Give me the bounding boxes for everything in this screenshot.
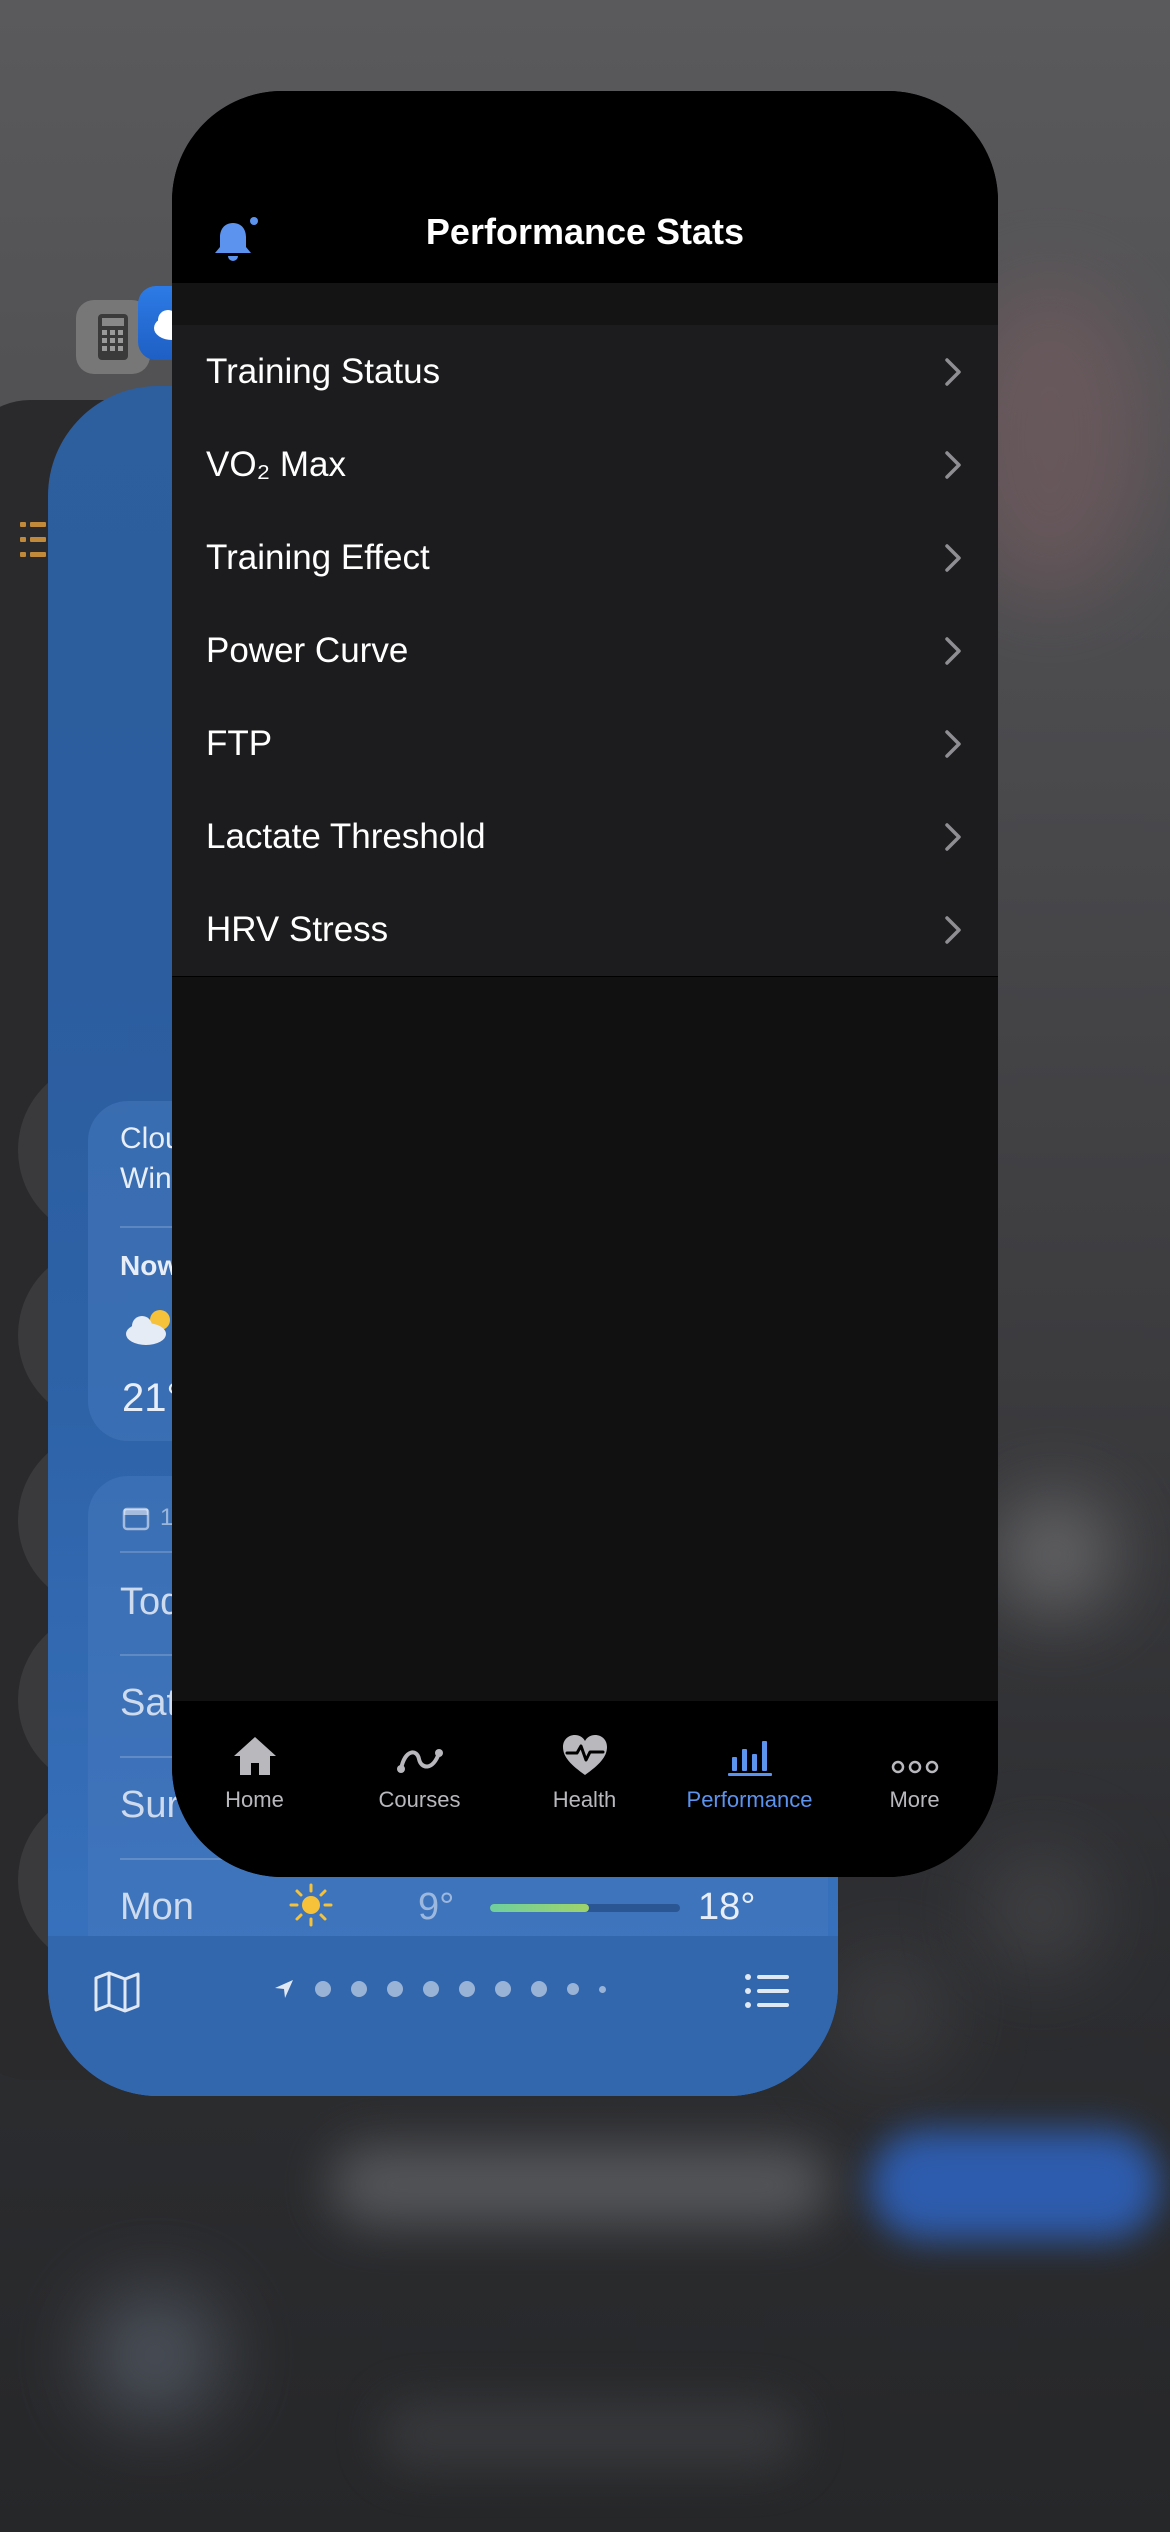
- forecast-day: Sur: [120, 1784, 180, 1826]
- chevron-right-icon: [945, 730, 961, 758]
- menu-item-hrv-stress[interactable]: HRV Stress: [172, 883, 998, 976]
- menu-item-lactate-threshold[interactable]: Lactate Threshold: [172, 790, 998, 883]
- chevron-right-icon: [945, 823, 961, 851]
- menu-item-label: Lactate Threshold: [206, 816, 486, 856]
- list-icon[interactable]: [744, 1972, 790, 2010]
- forecast-high: 18°: [698, 1886, 756, 1928]
- page-dot: [567, 1983, 579, 1995]
- bar-chart-icon: [727, 1741, 772, 1776]
- section-gap: [172, 283, 998, 325]
- menu-item-label: FTP: [206, 723, 273, 763]
- menu-item-ftp[interactable]: FTP: [172, 697, 998, 790]
- menu-item-vo2-max[interactable]: VO₂ Max: [172, 418, 998, 511]
- page-dot: [599, 1985, 606, 1993]
- chevron-right-icon: [945, 916, 961, 944]
- menu-item-label: Training Status: [206, 351, 441, 391]
- tab-more[interactable]: More: [832, 1721, 997, 1813]
- background-blur: [830, 1950, 950, 2070]
- background-blur: [1000, 1500, 1110, 1610]
- app-switcher-card-performance[interactable]: Performance Stats Training Status VO₂ Ma…: [172, 91, 998, 1877]
- page-dot: [351, 1981, 367, 1997]
- page-dot: [459, 1981, 475, 1997]
- menu-item-training-effect[interactable]: Training Effect: [172, 511, 998, 604]
- menu-item-training-status[interactable]: Training Status: [172, 325, 998, 418]
- menu-item-power-curve[interactable]: Power Curve: [172, 604, 998, 697]
- menu-item-label: HRV Stress: [206, 909, 389, 949]
- location-arrow-icon: [275, 1980, 293, 1998]
- partly-cloudy-icon: [126, 1310, 170, 1345]
- temperature-range-track: [490, 1904, 680, 1912]
- page-dot: [315, 1981, 331, 1997]
- temperature-range-fill: [490, 1904, 589, 1912]
- tab-bar: Home Courses Health Performance More: [172, 1701, 998, 1877]
- tab-label: Performance: [686, 1787, 813, 1812]
- route-icon: [396, 1749, 443, 1773]
- background-blur: [90, 2290, 220, 2420]
- tab-home[interactable]: Home: [172, 1721, 337, 1813]
- map-icon[interactable]: [93, 1970, 141, 2014]
- page-title: Performance Stats: [425, 211, 745, 252]
- chevron-right-icon: [945, 451, 961, 479]
- background-blur: [380, 2400, 800, 2470]
- tab-label: More: [889, 1787, 940, 1812]
- chevron-right-icon: [945, 358, 961, 386]
- tab-courses[interactable]: Courses: [337, 1721, 502, 1813]
- house-icon: [233, 1737, 276, 1775]
- nav-header: Performance Stats: [172, 91, 998, 283]
- page-indicator[interactable]: [273, 1978, 606, 2000]
- list-icon: [20, 522, 46, 557]
- stats-menu-list: Training Status VO₂ Max Training Effect …: [172, 325, 998, 976]
- chevron-right-icon: [945, 544, 961, 572]
- now-label: Now: [120, 1250, 180, 1281]
- background-blur: [330, 2145, 830, 2225]
- page-dot: [495, 1981, 511, 1997]
- page-dot: [423, 1981, 439, 1997]
- forecast-day: Sat: [120, 1682, 178, 1724]
- chevron-right-icon: [945, 637, 961, 665]
- menu-item-label: VO₂ Max: [206, 444, 346, 484]
- sun-icon: [289, 1883, 333, 1927]
- page-dot: [531, 1981, 547, 1997]
- forecast-low: 9°: [418, 1886, 455, 1928]
- heart-pulse-icon: [562, 1735, 607, 1775]
- background-blur: [980, 1850, 1100, 1970]
- tab-label: Health: [552, 1787, 617, 1812]
- ellipsis-icon: [891, 1760, 938, 1774]
- tab-health[interactable]: Health: [502, 1721, 667, 1813]
- tab-label: Courses: [378, 1787, 461, 1812]
- tab-label: Home: [225, 1787, 284, 1812]
- tab-performance[interactable]: Performance: [667, 1721, 832, 1813]
- menu-item-label: Power Curve: [206, 630, 409, 670]
- menu-item-label: Training Effect: [206, 537, 430, 577]
- calendar-icon: [122, 1507, 150, 1531]
- empty-content-area: [172, 977, 998, 1701]
- forecast-day: Mon: [120, 1886, 194, 1928]
- weather-toolbar: [48, 1936, 838, 2096]
- background-blur: [870, 2130, 1160, 2240]
- page-dot: [387, 1981, 403, 1997]
- conditions-summary: Win: [120, 1162, 172, 1195]
